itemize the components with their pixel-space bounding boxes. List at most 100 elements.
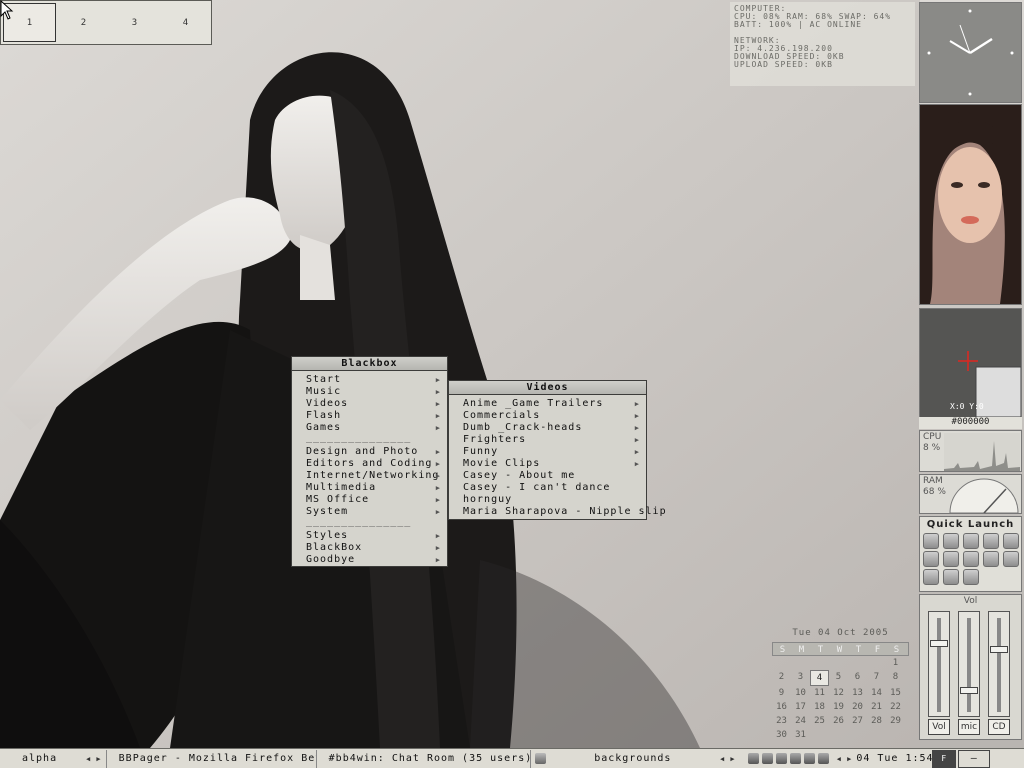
calendar-day[interactable]: 13 bbox=[848, 686, 867, 700]
slider-knob[interactable] bbox=[990, 645, 1008, 653]
calendar-day[interactable]: 10 bbox=[791, 686, 810, 700]
calendar-day[interactable]: 27 bbox=[848, 714, 867, 728]
app-icon[interactable] bbox=[1003, 533, 1019, 549]
workspace-4[interactable]: 4 bbox=[160, 1, 211, 44]
app-icon[interactable] bbox=[983, 551, 999, 567]
app-icon[interactable] bbox=[943, 569, 959, 585]
menu-item[interactable]: hornguy bbox=[449, 494, 646, 506]
calendar-day[interactable]: 21 bbox=[867, 700, 886, 714]
calendar-day[interactable]: 23 bbox=[772, 714, 791, 728]
app-icon[interactable] bbox=[923, 533, 939, 549]
calendar-day[interactable]: 19 bbox=[829, 700, 848, 714]
calendar-day[interactable]: 6 bbox=[848, 670, 867, 686]
calendar-day[interactable]: 31 bbox=[791, 728, 810, 742]
menu-item[interactable]: Anime _Game Trailers ▶ bbox=[449, 398, 646, 410]
app-icon[interactable] bbox=[963, 551, 979, 567]
calendar-day[interactable]: 30 bbox=[772, 728, 791, 742]
menu-item[interactable]: System ▶ bbox=[292, 506, 447, 518]
calendar-day[interactable]: 8 bbox=[886, 670, 905, 686]
menu-item[interactable]: Videos ▶ bbox=[292, 398, 447, 410]
calendar-day[interactable]: 15 bbox=[886, 686, 905, 700]
calendar-day[interactable]: 28 bbox=[867, 714, 886, 728]
menu-item[interactable]: Casey - I can't dance bbox=[449, 482, 646, 494]
color-picker-magnifier[interactable]: X:0 Y:0 bbox=[919, 308, 1022, 428]
menu-item[interactable]: Start ▶ bbox=[292, 374, 447, 386]
menu-item[interactable]: Casey - About me bbox=[449, 470, 646, 482]
calendar-day[interactable]: 9 bbox=[772, 686, 791, 700]
tray-icon[interactable] bbox=[817, 753, 829, 764]
app-icon[interactable] bbox=[923, 569, 939, 585]
calendar-day[interactable]: 25 bbox=[810, 714, 829, 728]
calendar-day[interactable]: 26 bbox=[829, 714, 848, 728]
tray-icon[interactable] bbox=[747, 753, 759, 764]
menu-item[interactable]: Movie Clips ▶ bbox=[449, 458, 646, 470]
submenu-arrow-icon: ▶ bbox=[435, 412, 441, 420]
minimize-button[interactable]: F bbox=[932, 749, 957, 768]
cd-slider[interactable] bbox=[988, 611, 1010, 717]
menu-item[interactable]: Music ▶ bbox=[292, 386, 447, 398]
tray-icon[interactable] bbox=[775, 753, 787, 764]
app-icon[interactable] bbox=[963, 569, 979, 585]
workspace-name[interactable]: alpha bbox=[0, 750, 82, 768]
app-icon[interactable] bbox=[963, 533, 979, 549]
menu-item[interactable]: Games ▶ bbox=[292, 422, 447, 434]
calendar-day[interactable]: 17 bbox=[791, 700, 810, 714]
mic-slider[interactable] bbox=[958, 611, 980, 717]
tray-icon[interactable] bbox=[803, 753, 815, 764]
mic-button[interactable]: mic bbox=[958, 719, 980, 735]
vol-button[interactable]: Vol bbox=[928, 719, 950, 735]
calendar-day[interactable]: 2 bbox=[772, 670, 791, 686]
tray-icon[interactable] bbox=[789, 753, 801, 764]
calendar-day[interactable]: 4 bbox=[810, 670, 829, 686]
menu-item[interactable]: Design and Photo ▶ bbox=[292, 446, 447, 458]
menu-item[interactable]: Multimedia ▶ bbox=[292, 482, 447, 494]
calendar-day[interactable]: 18 bbox=[810, 700, 829, 714]
menu-item[interactable]: BlackBox ▶ bbox=[292, 542, 447, 554]
menu-item[interactable]: Flash ▶ bbox=[292, 410, 447, 422]
vol-slider[interactable] bbox=[928, 611, 950, 717]
calendar-day[interactable]: 7 bbox=[867, 670, 886, 686]
workspace-3[interactable]: 3 bbox=[109, 1, 160, 44]
cd-button[interactable]: CD bbox=[988, 719, 1010, 735]
calendar-day[interactable]: 3 bbox=[791, 670, 810, 686]
workspace-prev-next-icon[interactable]: ◀ ▶ bbox=[82, 750, 106, 768]
tray-icon[interactable] bbox=[761, 753, 773, 764]
menu-item[interactable]: Internet/Networking ▶ bbox=[292, 470, 447, 482]
calendar-day[interactable]: 12 bbox=[829, 686, 848, 700]
calendar-day[interactable]: 24 bbox=[791, 714, 810, 728]
calendar-day[interactable]: 14 bbox=[867, 686, 886, 700]
task-chat[interactable]: #bb4win: Chat Room (35 users) bbox=[315, 749, 530, 768]
workspace-2[interactable]: 2 bbox=[58, 1, 109, 44]
taskbar-clock[interactable]: 04 Tue 1:54 bbox=[856, 750, 932, 768]
slider-knob[interactable] bbox=[960, 686, 978, 694]
slider-knob[interactable] bbox=[930, 639, 948, 647]
menu-item[interactable]: Styles ▶ bbox=[292, 530, 447, 542]
menu-item[interactable]: Goodbye ▶ bbox=[292, 554, 447, 566]
menu-item[interactable]: MS Office ▶ bbox=[292, 494, 447, 506]
app-icon[interactable] bbox=[943, 533, 959, 549]
app-icon[interactable] bbox=[983, 533, 999, 549]
task-prev-next-icon[interactable]: ◀ ▶ bbox=[716, 755, 740, 763]
app-icon[interactable] bbox=[1003, 551, 1019, 567]
calendar-day[interactable]: 11 bbox=[810, 686, 829, 700]
tray-prev-next-icon[interactable]: ◀ ▶ bbox=[833, 750, 857, 768]
toggle-button[interactable]: — bbox=[958, 749, 991, 768]
app-icon[interactable] bbox=[923, 551, 939, 567]
app-icon[interactable] bbox=[943, 551, 959, 567]
menu-item[interactable]: Dumb _Crack-heads ▶ bbox=[449, 422, 646, 434]
menu-item[interactable]: Funny ▶ bbox=[449, 446, 646, 458]
menu-item[interactable]: Editors and Coding ▶ bbox=[292, 458, 447, 470]
calendar-day[interactable]: 1 bbox=[886, 656, 905, 670]
menu-item[interactable]: Commercials ▶ bbox=[449, 410, 646, 422]
menu-item-label: Dumb _Crack-heads bbox=[463, 422, 583, 433]
menu-item[interactable]: Maria Sharapova - Nipple slip bbox=[449, 506, 666, 518]
menu-item[interactable]: Frighters ▶ bbox=[449, 434, 646, 446]
calendar-day[interactable]: 20 bbox=[848, 700, 867, 714]
task-firefox[interactable]: BBPager - Mozilla Firefox Beta 1 bbox=[105, 749, 316, 768]
submenu-arrow-icon: ▶ bbox=[435, 508, 441, 516]
calendar-day[interactable]: 22 bbox=[886, 700, 905, 714]
task-backgrounds[interactable]: backgrounds ◀ ▶ bbox=[529, 749, 744, 768]
calendar-day[interactable]: 16 bbox=[772, 700, 791, 714]
calendar-day[interactable]: 5 bbox=[829, 670, 848, 686]
calendar-day[interactable]: 29 bbox=[886, 714, 905, 728]
